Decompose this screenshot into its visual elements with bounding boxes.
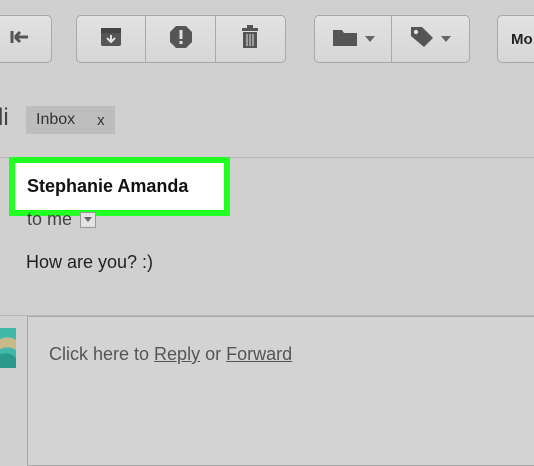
avatar: [0, 328, 16, 368]
reply-prompt: Click here to Reply or Forward: [49, 344, 292, 365]
chevron-down-icon: [441, 36, 451, 42]
labels-button[interactable]: [392, 16, 469, 62]
subject-title: li: [0, 104, 9, 131]
archive-icon: [100, 27, 122, 52]
recipient-line: to me: [27, 209, 97, 230]
reply-box[interactable]: Click here to Reply or Forward: [27, 316, 534, 466]
remove-label-button[interactable]: x: [97, 112, 105, 129]
back-button[interactable]: [0, 15, 52, 63]
label-chip-text: Inbox: [36, 111, 76, 128]
sender-name[interactable]: Stephanie Amanda: [15, 163, 224, 210]
message-actions-group: [76, 15, 286, 63]
organize-group: [314, 15, 470, 63]
report-spam-icon: [169, 25, 193, 54]
trash-icon: [240, 24, 260, 54]
more-button-label: Mo: [511, 30, 533, 48]
move-to-button[interactable]: [315, 16, 392, 62]
reply-prompt-or: or: [200, 344, 227, 364]
back-arrow-icon: [9, 28, 31, 51]
reply-link[interactable]: Reply: [154, 344, 200, 364]
chevron-down-icon: [364, 36, 375, 42]
more-button[interactable]: Mo: [497, 15, 534, 63]
archive-button[interactable]: [77, 16, 147, 62]
recipient-text: to me: [27, 209, 73, 229]
reply-prompt-prefix: Click here to: [49, 344, 155, 364]
forward-link[interactable]: Forward: [226, 344, 292, 364]
chevron-down-icon: [84, 217, 93, 222]
tag-icon: [410, 26, 434, 53]
message-body: How are you? :): [26, 252, 154, 272]
report-spam-button[interactable]: [146, 16, 216, 62]
sender-highlight: Stephanie Amanda: [9, 157, 230, 216]
folder-icon: [332, 27, 358, 52]
label-chip-inbox: Inbox x: [26, 106, 115, 134]
show-details-button[interactable]: [80, 211, 97, 228]
delete-button[interactable]: [216, 16, 285, 62]
